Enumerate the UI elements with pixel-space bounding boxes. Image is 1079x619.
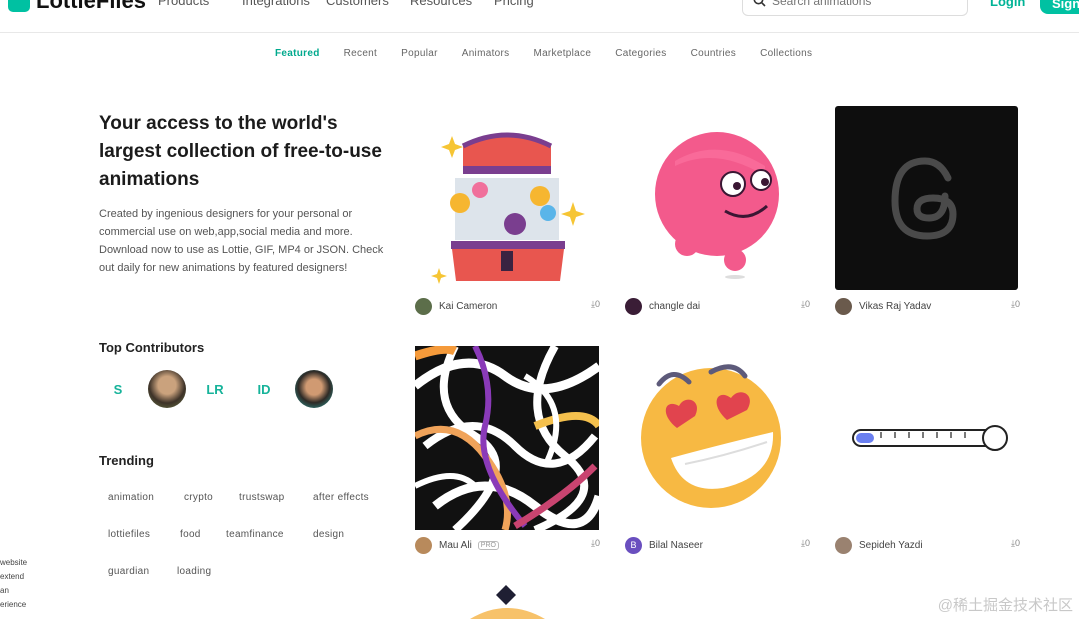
animation-card-meta: Sepideh Yazdi ⤓0 bbox=[835, 535, 1020, 555]
search-input[interactable] bbox=[772, 0, 952, 8]
side-text-line: website bbox=[0, 558, 28, 567]
trending-tag[interactable]: design bbox=[313, 529, 344, 540]
animation-card-meta: B Bilal Naseer ⤓0 bbox=[625, 535, 810, 555]
trending-tag[interactable]: teamfinance bbox=[226, 529, 284, 540]
abstract-lines-icon bbox=[415, 346, 599, 530]
trending-tag[interactable]: after effects bbox=[313, 492, 369, 503]
main-nav: Products Integrations Customers Resource… bbox=[158, 0, 578, 8]
animation-card-meta: Kai Cameron ⤓0 bbox=[415, 296, 600, 316]
trending-tag[interactable]: guardian bbox=[108, 566, 149, 577]
author-avatar[interactable] bbox=[835, 536, 852, 554]
animation-card[interactable] bbox=[415, 106, 600, 291]
animation-card-meta: changle dai ⤓0 bbox=[625, 296, 810, 316]
loading-thermometer-icon bbox=[852, 425, 1008, 451]
nav-item-pricing[interactable]: Pricing bbox=[494, 0, 578, 8]
category-tabs: Featured Recent Popular Animators Market… bbox=[275, 48, 836, 59]
threads-logo-icon bbox=[891, 157, 957, 240]
side-text-line: an bbox=[0, 586, 9, 595]
author-name[interactable]: Mau Ali bbox=[439, 540, 472, 551]
trending-tag[interactable]: animation bbox=[108, 492, 154, 503]
signup-button[interactable]: Sign bbox=[1040, 0, 1079, 14]
login-link[interactable]: Login bbox=[990, 0, 1025, 9]
animation-card[interactable] bbox=[625, 346, 810, 531]
partial-animation-icon bbox=[470, 585, 545, 619]
nav-item-products[interactable]: Products bbox=[158, 0, 242, 8]
download-count: ⤓0 bbox=[591, 299, 600, 309]
animation-card[interactable] bbox=[835, 106, 1018, 290]
logo[interactable]: LottieFiles bbox=[8, 0, 146, 14]
contributors-list: S LR ID bbox=[99, 370, 349, 408]
contributor-avatar[interactable]: ID bbox=[245, 370, 283, 408]
watermark: @稀土掘金技术社区 bbox=[937, 597, 1073, 614]
download-count: ⤓0 bbox=[591, 538, 600, 548]
author-name[interactable]: Kai Cameron bbox=[439, 301, 497, 312]
hero-description: Created by ingenious designers for your … bbox=[99, 208, 384, 274]
trending-tag[interactable]: crypto bbox=[184, 492, 213, 503]
trending-tag[interactable]: trustswap bbox=[239, 492, 285, 503]
logo-text: LottieFiles bbox=[36, 0, 147, 13]
contributor-avatar[interactable]: LR bbox=[196, 370, 234, 408]
author-avatar[interactable] bbox=[835, 297, 852, 315]
pro-badge: PRO bbox=[477, 540, 499, 550]
download-count: ⤓0 bbox=[801, 538, 810, 548]
trending-tag[interactable]: lottiefiles bbox=[108, 529, 150, 540]
animation-card[interactable] bbox=[835, 346, 1020, 531]
animation-card-meta: Mau Ali PRO ⤓0 bbox=[415, 535, 600, 555]
author-name[interactable]: Bilal Naseer bbox=[649, 540, 703, 551]
animation-card[interactable] bbox=[415, 346, 599, 530]
nav-item-integrations[interactable]: Integrations bbox=[242, 0, 326, 8]
download-count: ⤓0 bbox=[1011, 538, 1020, 548]
download-count: ⤓0 bbox=[1011, 299, 1020, 309]
author-avatar[interactable] bbox=[415, 297, 432, 315]
author-avatar[interactable] bbox=[625, 297, 642, 315]
tab-categories[interactable]: Categories bbox=[615, 48, 666, 59]
heart-eyes-emoji-icon bbox=[641, 364, 781, 508]
search-box[interactable] bbox=[742, 0, 968, 16]
author-avatar[interactable] bbox=[415, 536, 432, 554]
trending-tag[interactable]: loading bbox=[177, 566, 211, 577]
side-text-line: extend bbox=[0, 572, 25, 581]
contributor-avatar[interactable]: S bbox=[99, 370, 137, 408]
top-navbar: LottieFiles Products Integrations Custom… bbox=[0, 0, 1079, 33]
search-icon bbox=[753, 0, 766, 7]
pink-ball-character-icon bbox=[655, 132, 779, 279]
nav-item-customers[interactable]: Customers bbox=[326, 0, 410, 8]
trending-tag[interactable]: food bbox=[180, 529, 201, 540]
animation-card[interactable] bbox=[625, 106, 810, 291]
lottiefiles-logo-icon bbox=[8, 0, 30, 12]
contributor-avatar[interactable] bbox=[148, 370, 186, 408]
tab-animators[interactable]: Animators bbox=[462, 48, 510, 59]
cut-off-side-text: website extend an erience bbox=[0, 556, 27, 612]
contributor-initials: S bbox=[113, 381, 123, 397]
tab-marketplace[interactable]: Marketplace bbox=[533, 48, 591, 59]
contributor-initials: ID bbox=[257, 381, 271, 397]
tab-countries[interactable]: Countries bbox=[691, 48, 737, 59]
nav-item-resources[interactable]: Resources bbox=[410, 0, 494, 8]
trending-title: Trending bbox=[99, 453, 154, 468]
top-contributors-title: Top Contributors bbox=[99, 340, 205, 355]
download-count: ⤓0 bbox=[801, 299, 810, 309]
treasure-chest-icon bbox=[431, 132, 585, 284]
tab-collections[interactable]: Collections bbox=[760, 48, 812, 59]
tab-recent[interactable]: Recent bbox=[344, 48, 378, 59]
side-text-line: erience bbox=[0, 600, 27, 609]
contributor-initials: LR bbox=[206, 381, 224, 397]
tab-popular[interactable]: Popular bbox=[401, 48, 438, 59]
contributor-avatar[interactable] bbox=[295, 370, 333, 408]
hero-title: Your access to the world's largest colle… bbox=[99, 113, 382, 190]
tab-featured[interactable]: Featured bbox=[275, 48, 320, 59]
author-name[interactable]: changle dai bbox=[649, 301, 700, 312]
author-name[interactable]: Vikas Raj Yadav bbox=[859, 301, 931, 312]
animation-card-meta: Vikas Raj Yadav ⤓0 bbox=[835, 296, 1020, 316]
author-name[interactable]: Sepideh Yazdi bbox=[859, 540, 923, 551]
author-avatar[interactable]: B bbox=[625, 536, 642, 554]
